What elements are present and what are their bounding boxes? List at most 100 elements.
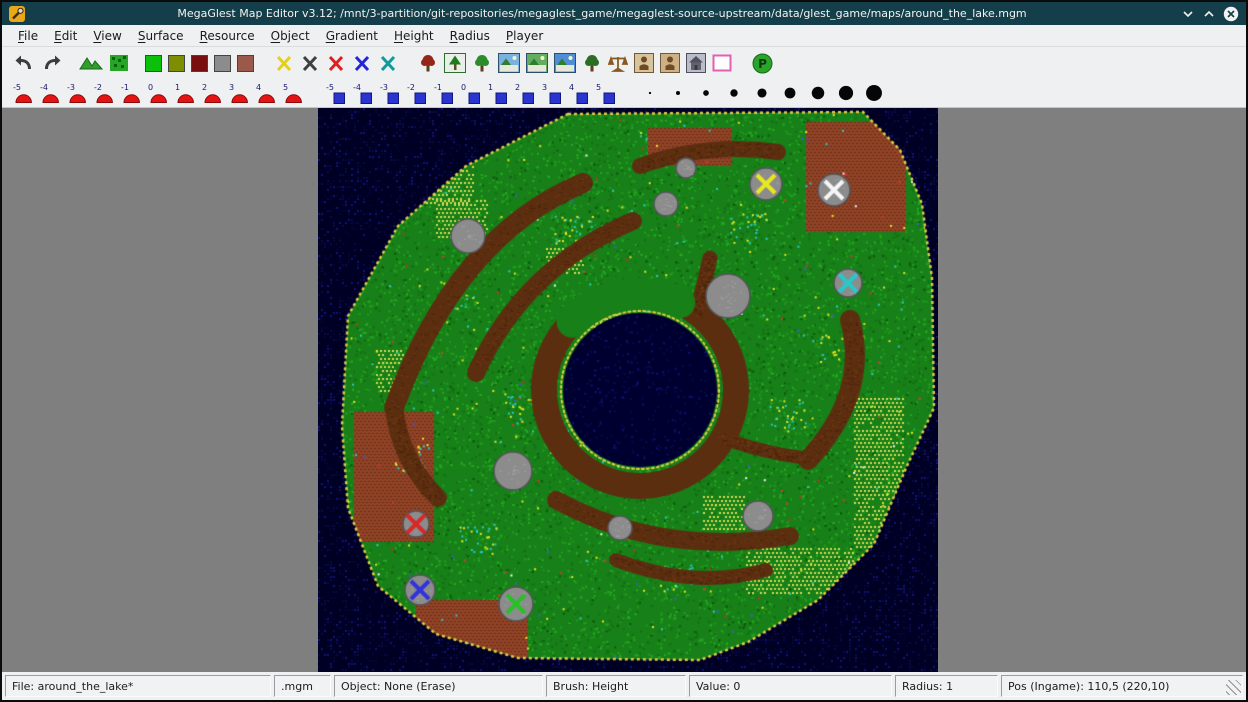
gradient-brush--1[interactable]: -1 — [432, 80, 457, 107]
height-brush-4[interactable]: 4 — [254, 80, 279, 107]
gradient-brush-4[interactable]: 4 — [567, 80, 592, 107]
radius-5-button[interactable] — [749, 80, 775, 107]
height-brush-2[interactable]: 2 — [200, 80, 225, 107]
surface-stone-button[interactable] — [212, 50, 233, 77]
height-brush-1[interactable]: 1 — [173, 80, 198, 107]
height-brush-5[interactable]: 5 — [281, 80, 306, 107]
close-button[interactable] — [1223, 6, 1239, 22]
height-tool-button[interactable] — [77, 50, 105, 77]
svg-text:-3: -3 — [67, 83, 75, 92]
menu-height[interactable]: Height — [386, 27, 442, 45]
height-brush--3[interactable]: -3 — [65, 80, 90, 107]
radius-7-button[interactable] — [805, 80, 831, 107]
surface-secondary-grass-button[interactable] — [166, 50, 187, 77]
redo-button[interactable] — [39, 50, 65, 77]
app-window: MegaGlest Map Editor v3.12; /mnt/3-parti… — [0, 0, 1248, 702]
object-figure-1-button[interactable] — [632, 50, 656, 77]
resource-3-button[interactable] — [324, 50, 348, 77]
resource-stone-button[interactable] — [298, 50, 322, 77]
svg-text:-1: -1 — [121, 83, 129, 92]
radius-8-button[interactable] — [833, 80, 859, 107]
status-radius: Radius: 1 — [895, 675, 998, 697]
radius-6-button[interactable] — [777, 80, 803, 107]
gradient-brush--2[interactable]: -2 — [405, 80, 430, 107]
object-landscape-2-button[interactable] — [524, 50, 550, 77]
svg-text:-2: -2 — [94, 83, 102, 92]
object-tree-dark-button[interactable] — [580, 50, 604, 77]
menu-radius[interactable]: Radius — [442, 27, 498, 45]
svg-text:0: 0 — [461, 83, 466, 92]
gradient-brush-2[interactable]: 2 — [513, 80, 538, 107]
radius-9-button[interactable] — [861, 80, 887, 107]
title-bar[interactable]: MegaGlest Map Editor v3.12; /mnt/3-parti… — [2, 2, 1246, 25]
object-landscape-3-button[interactable] — [552, 50, 578, 77]
toolbar-separator — [401, 52, 415, 74]
gradient-brush--3[interactable]: -3 — [378, 80, 403, 107]
radius-3-button[interactable] — [693, 80, 719, 107]
menu-edit[interactable]: Edit — [46, 27, 85, 45]
resource-gold-button[interactable] — [272, 50, 296, 77]
resize-grip[interactable] — [1226, 680, 1241, 695]
surface-grass-button[interactable] — [143, 50, 164, 77]
menu-player[interactable]: Player — [498, 27, 551, 45]
height-brush-3[interactable]: 3 — [227, 80, 252, 107]
status-value: Value: 0 — [689, 675, 892, 697]
status-bar: File: around_the_lake*.mgmObject: None (… — [2, 672, 1246, 700]
menu-resource[interactable]: Resource — [192, 27, 263, 45]
menu-view[interactable]: View — [85, 27, 129, 45]
surface-ground-button[interactable] — [235, 50, 256, 77]
gradient-brush-3[interactable]: 3 — [540, 80, 565, 107]
svg-text:2: 2 — [202, 83, 207, 92]
menu-surface[interactable]: Surface — [130, 27, 192, 45]
gradient-brush-5[interactable]: 5 — [594, 80, 619, 107]
height-brush--4[interactable]: -4 — [38, 80, 63, 107]
radius-2-button[interactable] — [665, 80, 691, 107]
app-icon — [9, 6, 25, 22]
status-brush: Brush: Height — [546, 675, 686, 697]
menu-gradient[interactable]: Gradient — [318, 27, 386, 45]
minimize-button[interactable] — [1181, 7, 1195, 21]
object-erase-frame-button[interactable] — [710, 50, 734, 77]
resource-5-button[interactable] — [376, 50, 400, 77]
svg-text:-4: -4 — [40, 83, 48, 92]
surface-road-button[interactable] — [189, 50, 210, 77]
radius-1-button[interactable] — [637, 80, 663, 107]
resource-4-button[interactable] — [350, 50, 374, 77]
height-brush--2[interactable]: -2 — [92, 80, 117, 107]
toolbar-separator — [257, 52, 271, 74]
svg-text:-5: -5 — [326, 83, 334, 92]
surface-tool-button[interactable] — [107, 50, 131, 77]
status-value-text: Value: 0 — [696, 680, 740, 693]
svg-text:4: 4 — [256, 83, 261, 92]
height-brush--5[interactable]: -5 — [11, 80, 36, 107]
undo-button[interactable] — [11, 50, 37, 77]
menu-object[interactable]: Object — [263, 27, 318, 45]
object-tree-green-button[interactable] — [470, 50, 494, 77]
menu-file[interactable]: File — [10, 27, 46, 45]
svg-text:1: 1 — [488, 83, 493, 92]
map-viewport[interactable] — [2, 108, 1246, 672]
svg-text:-1: -1 — [434, 83, 442, 92]
object-building-button[interactable] — [684, 50, 708, 77]
svg-text:-5: -5 — [13, 83, 21, 92]
toolbar-separator — [620, 82, 636, 104]
gradient-brush--5[interactable]: -5 — [324, 80, 349, 107]
height-brush-0[interactable]: 0 — [146, 80, 171, 107]
height-brush--1[interactable]: -1 — [119, 80, 144, 107]
object-framed-tree-button[interactable] — [442, 50, 468, 77]
gradient-brush-1[interactable]: 1 — [486, 80, 511, 107]
map-canvas[interactable] — [318, 108, 938, 672]
status-file-text: File: around_the_lake* — [12, 680, 133, 693]
player-button[interactable]: P — [750, 50, 775, 77]
object-tree-red-button[interactable] — [416, 50, 440, 77]
status-extension-text: .mgm — [281, 680, 313, 693]
menu-bar: FileEditViewSurfaceResourceObjectGradien… — [2, 25, 1246, 47]
object-landscape-1-button[interactable] — [496, 50, 522, 77]
gradient-brush--4[interactable]: -4 — [351, 80, 376, 107]
radius-4-button[interactable] — [721, 80, 747, 107]
svg-text:-2: -2 — [407, 83, 415, 92]
maximize-button[interactable] — [1202, 7, 1216, 21]
gradient-brush-0[interactable]: 0 — [459, 80, 484, 107]
object-scales-button[interactable] — [606, 50, 630, 77]
object-figure-2-button[interactable] — [658, 50, 682, 77]
